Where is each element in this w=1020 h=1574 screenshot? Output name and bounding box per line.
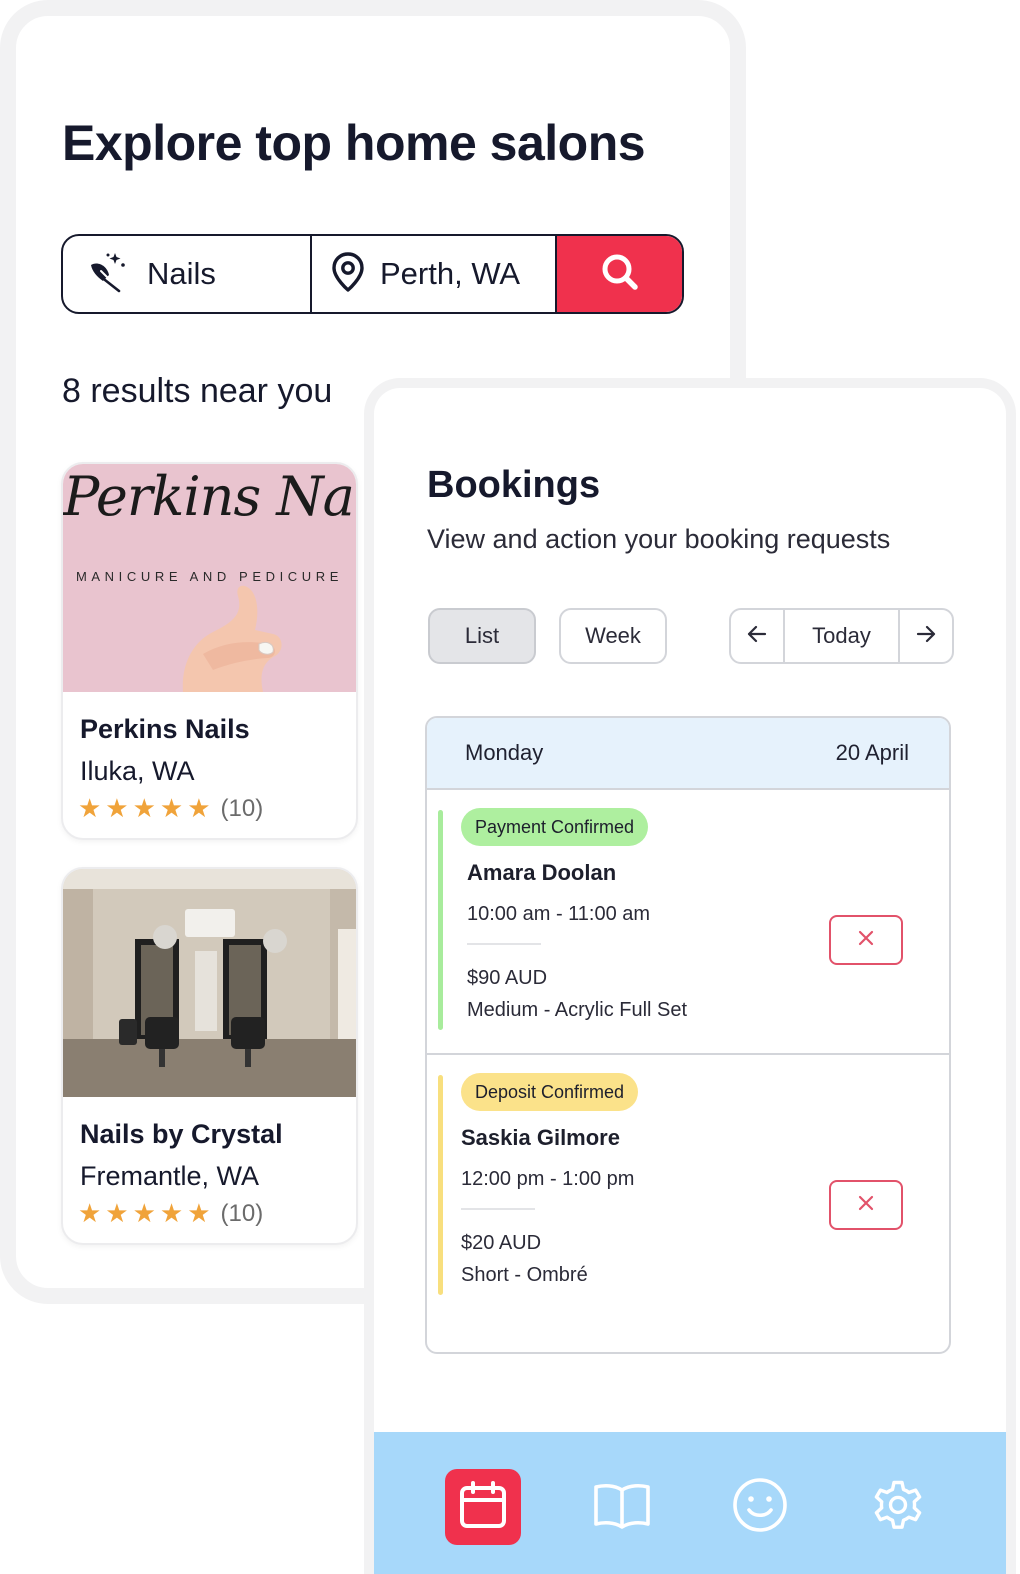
salon-rating: ★★★★★ (10) xyxy=(78,794,263,824)
booking-price: $20 AUD xyxy=(461,1232,542,1254)
divider xyxy=(461,1208,535,1210)
results-count: 8 results near you xyxy=(62,372,333,410)
booking-time: 10:00 am - 11:00 am xyxy=(467,903,651,925)
search-bar: Nails Perth, WA xyxy=(61,234,684,314)
day-panel: Monday 20 April Payment Confirmed Amara … xyxy=(425,716,951,1354)
search-icon xyxy=(600,252,640,297)
location-input[interactable]: Perth, WA xyxy=(380,256,520,292)
status-badge: Deposit Confirmed xyxy=(461,1073,639,1111)
salon-image: Perkins Nails MANICURE AND PEDICURE xyxy=(63,464,356,692)
salon-location: Iluka, WA xyxy=(80,756,195,786)
salon-name: Perkins Nails xyxy=(80,714,250,744)
bookings-title: Bookings xyxy=(427,464,601,506)
salon-location: Fremantle, WA xyxy=(80,1161,260,1191)
page-title: Explore top home salons xyxy=(62,115,646,171)
bookings-card: Bookings View and action your booking re… xyxy=(364,378,1016,1574)
booking-time: 12:00 pm - 1:00 pm xyxy=(461,1168,635,1190)
booking-service: Medium - Acrylic Full Set xyxy=(467,999,688,1021)
close-icon xyxy=(857,929,875,952)
client-name: Amara Doolan xyxy=(467,860,617,885)
location-field[interactable]: Perth, WA xyxy=(312,236,557,312)
view-week-button[interactable]: Week xyxy=(559,608,667,664)
nail-polish-icon xyxy=(87,251,127,298)
nav-bookings[interactable] xyxy=(445,1469,521,1545)
status-accent-bar xyxy=(438,810,443,1030)
salon-name: Nails by Crystal xyxy=(80,1119,283,1149)
smiley-icon xyxy=(731,1476,789,1539)
date-navigator: Today xyxy=(729,608,954,664)
nav-profile[interactable] xyxy=(722,1469,798,1545)
status-badge: Payment Confirmed xyxy=(461,808,649,846)
gear-icon xyxy=(867,1474,929,1541)
day-date: 20 April xyxy=(835,740,909,765)
calendar-icon xyxy=(456,1478,510,1537)
close-icon xyxy=(857,1194,875,1217)
booking-service: Short - Ombré xyxy=(461,1264,588,1286)
book-icon xyxy=(592,1478,652,1537)
rating-count: (10) xyxy=(220,795,264,822)
client-name: Saskia Gilmore xyxy=(461,1125,620,1150)
booking-item[interactable]: Deposit Confirmed Saskia Gilmore 12:00 p… xyxy=(427,1053,949,1316)
arrow-left-icon xyxy=(745,622,769,651)
rating-count: (10) xyxy=(220,1200,264,1227)
next-day-button[interactable] xyxy=(900,610,952,662)
today-button[interactable]: Today xyxy=(783,610,900,662)
salon-interior-photo xyxy=(63,869,356,1097)
day-header: Monday 20 April xyxy=(427,718,949,790)
booking-price: $90 AUD xyxy=(467,967,548,989)
view-list-button[interactable]: List xyxy=(428,608,536,664)
cancel-booking-button[interactable] xyxy=(829,1180,903,1230)
cancel-booking-button[interactable] xyxy=(829,915,903,965)
nav-settings[interactable] xyxy=(860,1469,936,1545)
nav-catalog[interactable] xyxy=(584,1469,660,1545)
salon-rating: ★★★★★ (10) xyxy=(78,1199,263,1229)
bottom-nav xyxy=(374,1432,1006,1574)
service-field[interactable]: Nails xyxy=(63,236,312,312)
rating-stars: ★★★★★ xyxy=(78,794,215,824)
arrow-right-icon xyxy=(914,622,938,651)
bookings-subtitle: View and action your booking requests xyxy=(427,524,891,554)
map-pin-icon xyxy=(330,251,366,298)
divider xyxy=(467,943,541,945)
rating-stars: ★★★★★ xyxy=(78,1199,215,1229)
salon-card-perkins-nails[interactable]: Perkins Nails MANICURE AND PEDICURE Perk… xyxy=(61,462,358,840)
hand-illustration xyxy=(182,585,282,692)
search-button[interactable] xyxy=(557,236,682,312)
salon-card-nails-by-crystal[interactable]: Nails by Crystal Fremantle, WA ★★★★★ (10… xyxy=(61,867,358,1245)
service-input[interactable]: Nails xyxy=(147,256,216,292)
salon-image xyxy=(63,869,356,1097)
prev-day-button[interactable] xyxy=(731,610,783,662)
booking-item[interactable]: Payment Confirmed Amara Doolan 10:00 am … xyxy=(427,790,949,1053)
day-name: Monday xyxy=(465,740,544,765)
status-accent-bar xyxy=(438,1075,443,1295)
